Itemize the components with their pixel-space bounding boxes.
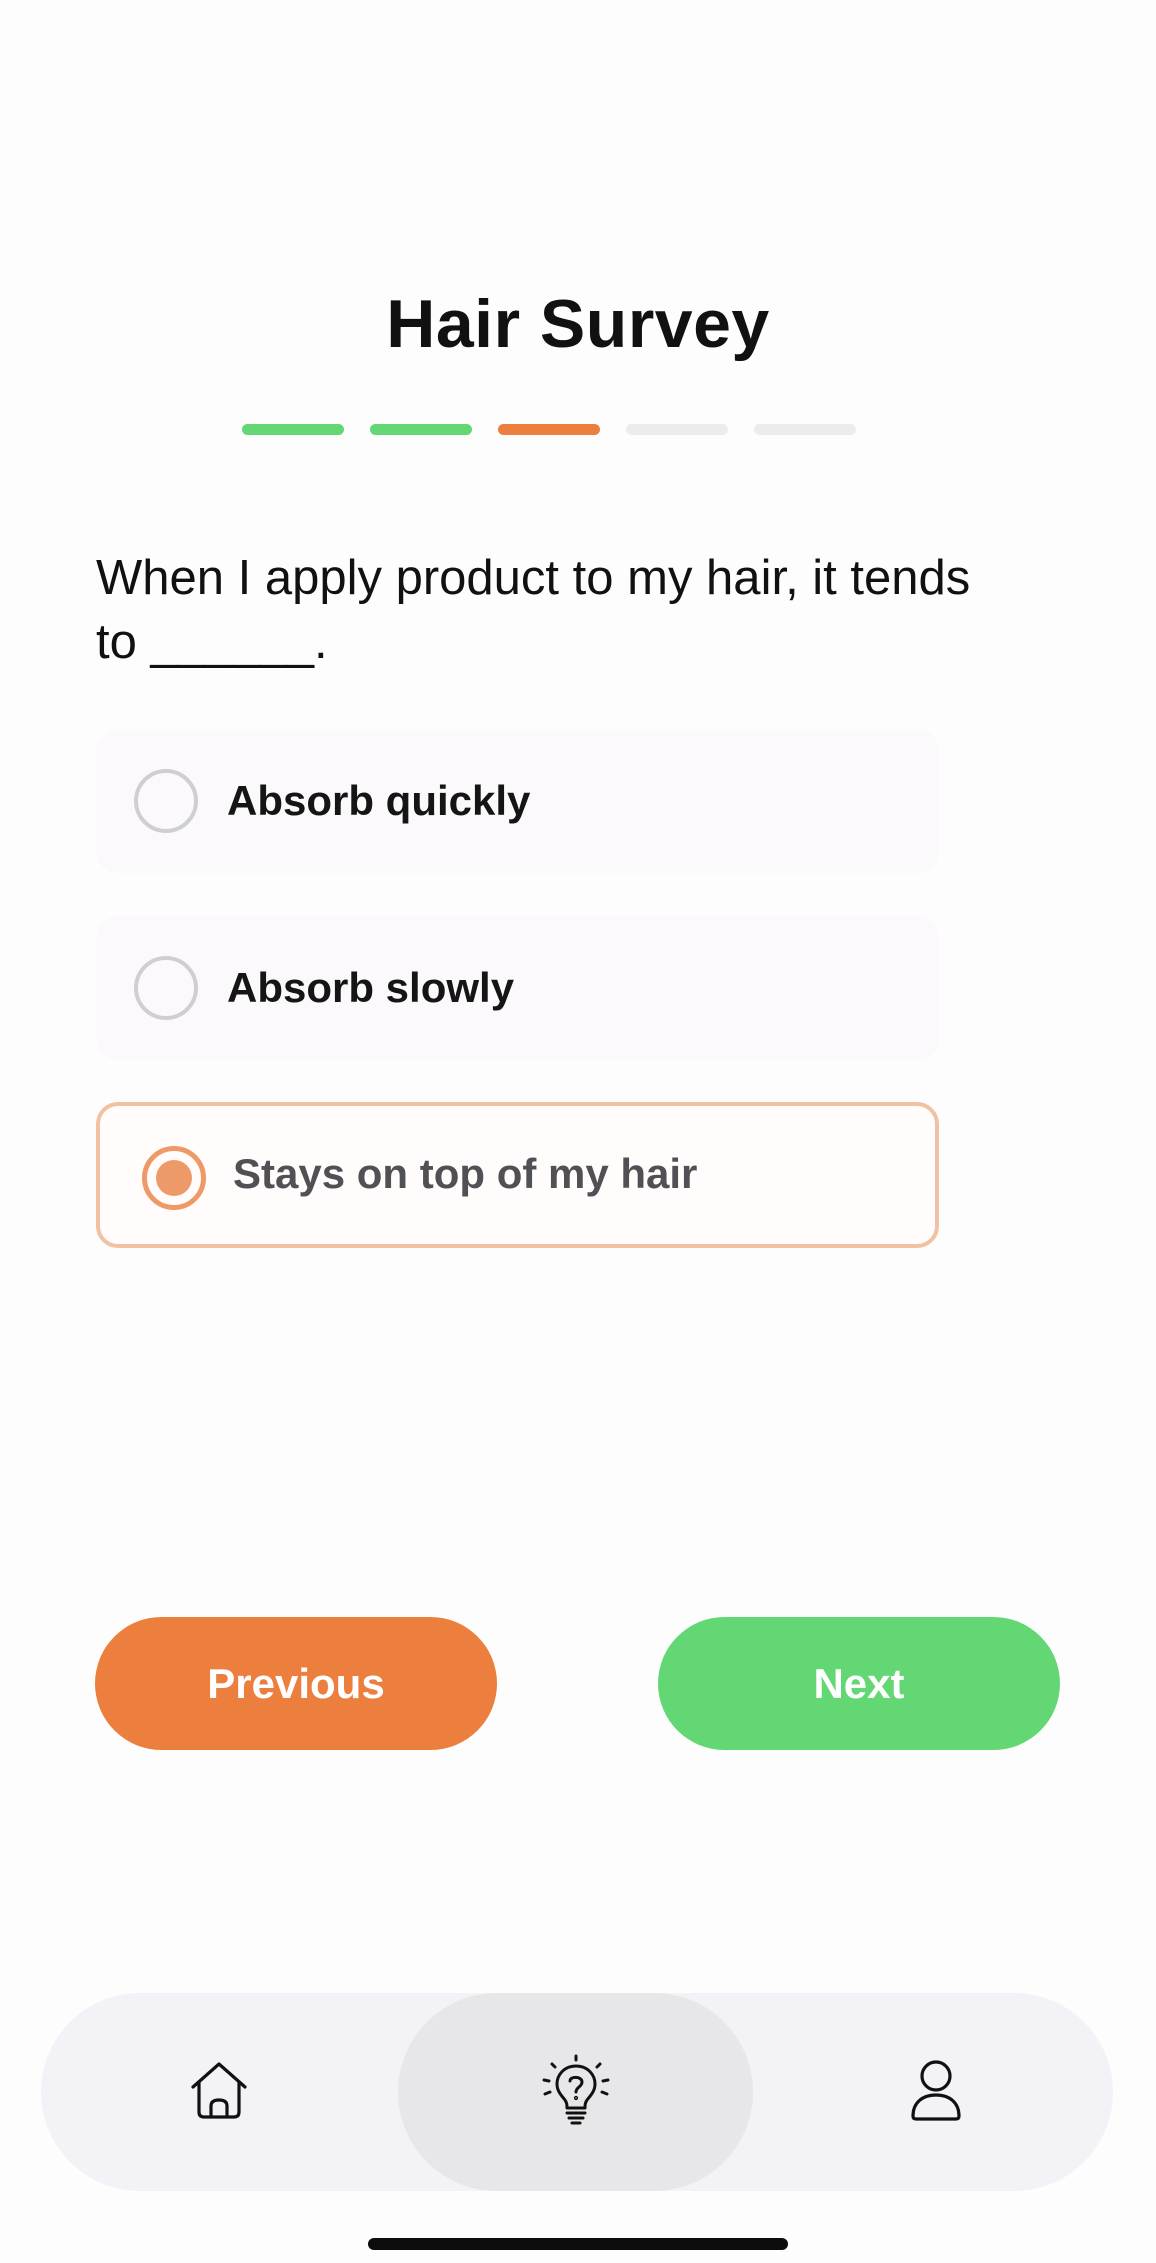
progress-step-5: [754, 424, 856, 435]
option-label: Absorb slowly: [227, 964, 515, 1011]
tab-tips[interactable]: [398, 1993, 753, 2191]
radio-dot: [156, 1160, 192, 1196]
lightbulb-question-icon: [542, 2054, 610, 2131]
page-title: Hair Survey: [386, 286, 770, 362]
tab-home[interactable]: [41, 1993, 396, 2191]
progress-step-2: [370, 424, 472, 435]
progress-step-1: [242, 424, 344, 435]
next-button[interactable]: Next: [658, 1617, 1060, 1750]
option-label: Stays on top of my hair: [233, 1150, 698, 1197]
tab-profile[interactable]: [758, 1993, 1113, 2191]
tab-bar: [41, 1993, 1113, 2191]
question-text: When I apply product to my hair, it tend…: [96, 551, 971, 669]
home-icon: [188, 2059, 250, 2126]
option-stays-on-top[interactable]: Stays on top of my hair: [96, 1102, 939, 1248]
home-indicator[interactable]: [368, 2238, 788, 2250]
radio-button-selected[interactable]: [142, 1146, 206, 1210]
option-absorb-slowly[interactable]: Absorb slowly: [96, 916, 939, 1060]
radio-button[interactable]: [134, 956, 198, 1020]
progress-indicator: [242, 424, 856, 435]
option-label: Absorb quickly: [227, 777, 531, 824]
progress-step-3: [498, 424, 600, 435]
radio-button[interactable]: [134, 769, 198, 833]
option-absorb-quickly[interactable]: Absorb quickly: [96, 729, 939, 873]
progress-step-4: [626, 424, 728, 435]
previous-button[interactable]: Previous: [95, 1617, 497, 1750]
user-icon: [908, 2058, 964, 2127]
